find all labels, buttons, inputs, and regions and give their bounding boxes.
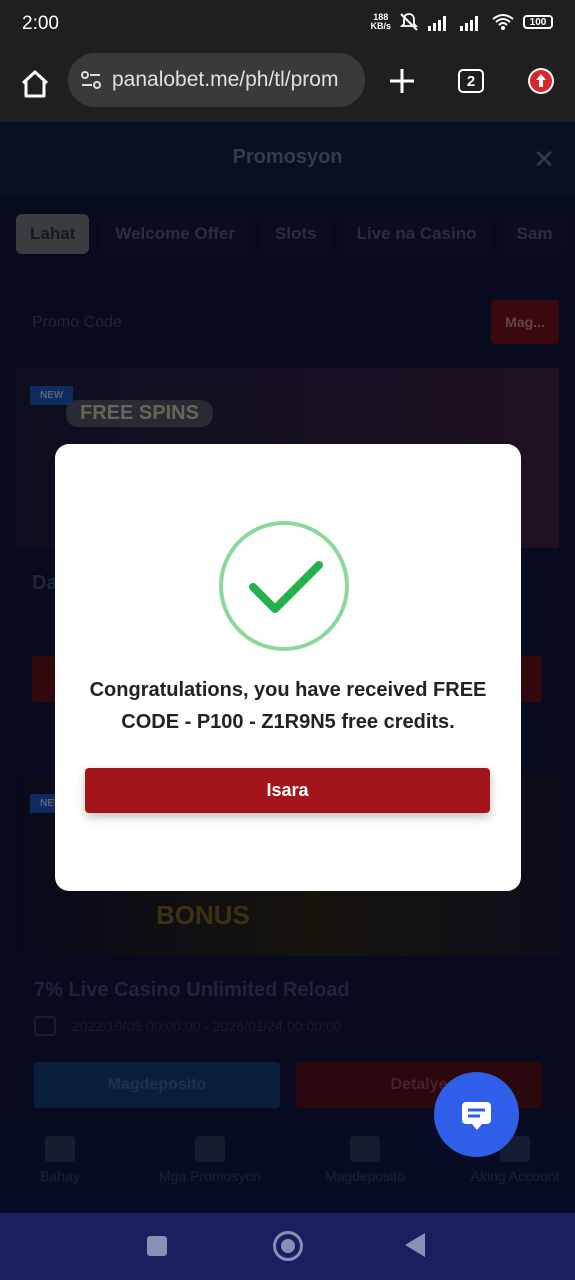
battery-icon: 100	[523, 15, 553, 29]
signal-icon-2	[460, 16, 478, 31]
network-speed: 188 KB/s	[370, 12, 391, 31]
tab-switcher-button[interactable]: 2	[458, 69, 484, 93]
new-tab-icon[interactable]	[385, 64, 419, 98]
site-settings-icon[interactable]	[80, 69, 102, 91]
address-bar[interactable]: panalobet.me/ph/tl/prom	[68, 53, 365, 107]
home-icon[interactable]	[18, 67, 52, 101]
dialog-message: Congratulations, you have received FREE …	[89, 679, 487, 733]
browser-toolbar: panalobet.me/ph/tl/prom 2	[0, 50, 575, 122]
wifi-icon	[492, 14, 514, 30]
home-circle-icon[interactable]	[273, 1231, 303, 1261]
status-bar: 2:00 188 KB/s 100	[0, 0, 575, 50]
mute-icon	[399, 13, 419, 31]
chat-icon	[462, 1102, 491, 1130]
url-text: panalobet.me/ph/tl/prom	[112, 68, 339, 91]
close-dialog-button[interactable]: Isara	[85, 768, 490, 813]
system-nav-bar	[0, 1213, 575, 1280]
recents-icon[interactable]	[147, 1236, 167, 1256]
signal-icon	[428, 16, 446, 31]
back-icon[interactable]	[405, 1233, 425, 1257]
success-check-icon	[219, 521, 349, 651]
status-icons: 188 KB/s 100	[370, 12, 553, 32]
chat-button[interactable]	[434, 1072, 519, 1157]
success-dialog: Congratulations, you have received FREE …	[55, 444, 521, 891]
status-time: 2:00	[22, 13, 59, 34]
update-icon[interactable]	[528, 68, 554, 94]
